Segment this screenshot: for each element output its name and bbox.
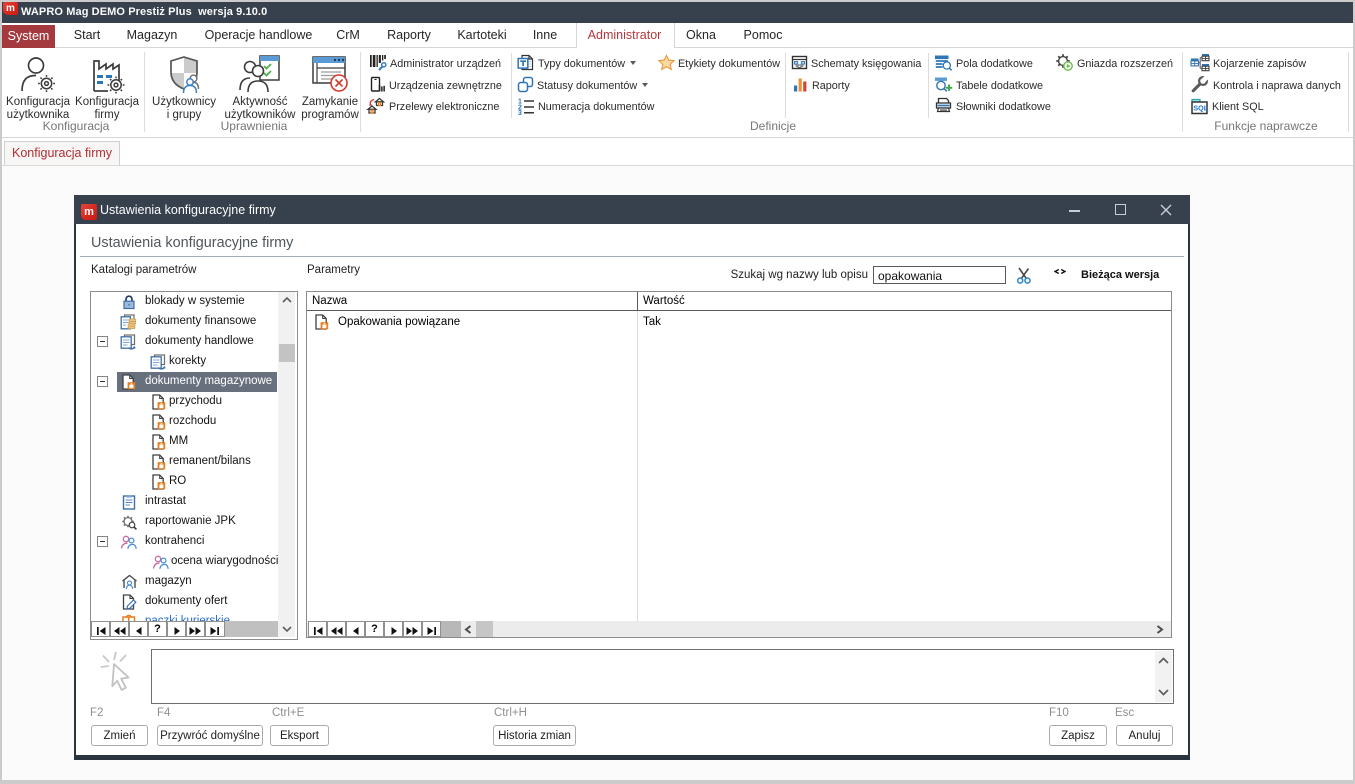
svg-text:SQL: SQL bbox=[1193, 103, 1208, 112]
svg-text:3: 3 bbox=[518, 110, 522, 115]
